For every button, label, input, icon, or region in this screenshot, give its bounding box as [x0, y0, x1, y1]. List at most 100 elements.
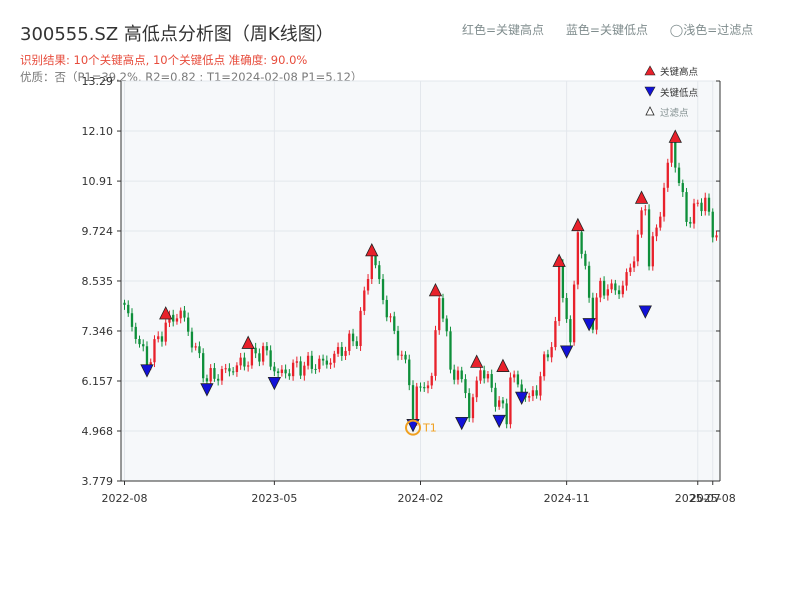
candle-body: [284, 369, 287, 374]
candle-body: [670, 142, 673, 163]
candle-body: [475, 380, 478, 398]
candle-body: [220, 369, 224, 381]
candle-body: [572, 284, 576, 343]
candle-body: [468, 393, 471, 419]
candle-body: [205, 378, 209, 382]
legend-filtered-text: 过滤点: [660, 107, 689, 119]
candle-body: [153, 339, 156, 363]
candle-body: [145, 346, 149, 366]
candle-body: [123, 302, 126, 305]
candle-body: [486, 374, 490, 379]
candle-body: [554, 321, 557, 348]
candle-body: [130, 313, 134, 327]
candle-body: [258, 353, 261, 362]
candle-body: [550, 347, 553, 358]
candle-body: [426, 385, 430, 389]
candle-body: [175, 318, 179, 322]
candle-body: [490, 374, 493, 388]
candle-body: [415, 386, 418, 421]
candle-body: [509, 377, 512, 425]
candle-body: [479, 370, 482, 381]
candle-body: [546, 354, 550, 358]
t1-label: T1: [422, 422, 437, 435]
candle-body: [647, 209, 651, 267]
candle-body: [321, 358, 325, 361]
candle-body: [261, 346, 265, 362]
candle-body: [314, 368, 317, 370]
candle-body: [704, 197, 707, 212]
candle-body: [471, 397, 475, 419]
x-tick-label: 2024-11: [544, 492, 590, 505]
candle-body: [441, 298, 445, 319]
legend-high-icon: [644, 65, 656, 76]
candle-body: [449, 331, 452, 370]
candle-body: [685, 192, 688, 222]
candle-body: [336, 347, 340, 354]
candle-body: [610, 283, 613, 290]
candle-body: [696, 202, 699, 204]
x-tick-label: 2024-02: [398, 492, 444, 505]
candle-body: [217, 378, 220, 381]
candle-body: [456, 370, 460, 380]
candle-body: [707, 197, 711, 212]
candle-body: [333, 353, 336, 363]
candle-body: [359, 310, 362, 347]
x-tick-label: 2025-08: [690, 492, 736, 505]
candle-body: [438, 298, 441, 331]
candle-body: [340, 347, 343, 356]
candle-body: [505, 403, 508, 425]
candle-body: [299, 361, 302, 376]
candle-body: [198, 346, 201, 354]
candle-body: [310, 355, 314, 369]
candle-body: [557, 263, 561, 322]
candle-body: [614, 283, 617, 291]
candle-body: [651, 236, 654, 267]
candle-body: [516, 374, 520, 385]
candle-body: [584, 253, 587, 266]
candle-body: [157, 336, 160, 340]
candle-body: [190, 331, 194, 348]
candle-body: [363, 290, 366, 311]
candle-body: [711, 211, 714, 238]
candle-body: [276, 371, 280, 374]
x-tick-label: 2022-08: [102, 492, 148, 505]
candle-body: [434, 330, 437, 376]
candle-body: [430, 375, 433, 386]
y-tick-label: 6.157: [82, 375, 114, 388]
candle-body: [235, 365, 239, 373]
candle-body: [644, 209, 647, 211]
candle-body: [381, 279, 385, 300]
candle-body: [187, 317, 190, 332]
candle-body: [408, 359, 411, 386]
candle-body: [561, 263, 565, 298]
candle-body: [689, 221, 692, 224]
candle-body: [666, 162, 669, 188]
candle-body: [250, 347, 254, 366]
candle-body: [655, 227, 658, 237]
candle-body: [239, 357, 242, 366]
candle-body: [231, 371, 235, 373]
candle-body: [370, 254, 373, 280]
y-tick-label: 10.91: [82, 175, 114, 188]
candle-body: [498, 400, 501, 407]
candle-body: [464, 379, 467, 394]
candle-body: [385, 299, 388, 318]
x-tick-label: 2023-05: [251, 492, 297, 505]
candle-body: [183, 310, 186, 318]
y-tick-label: 3.779: [82, 475, 114, 488]
candle-body: [539, 376, 542, 396]
candle-body: [288, 373, 291, 377]
candle-body: [351, 333, 355, 342]
candle-body: [378, 265, 381, 280]
candle-body: [348, 333, 351, 351]
candle-body: [172, 314, 175, 322]
candle-body: [445, 318, 448, 332]
candle-body: [295, 361, 299, 363]
candle-body: [164, 322, 167, 342]
candle-body: [527, 396, 531, 398]
candle-body: [269, 350, 272, 367]
legend-high-text: 关键高点: [660, 66, 699, 78]
y-tick-label: 4.968: [82, 425, 114, 438]
candle-body: [179, 310, 182, 319]
candle-body: [393, 316, 396, 331]
